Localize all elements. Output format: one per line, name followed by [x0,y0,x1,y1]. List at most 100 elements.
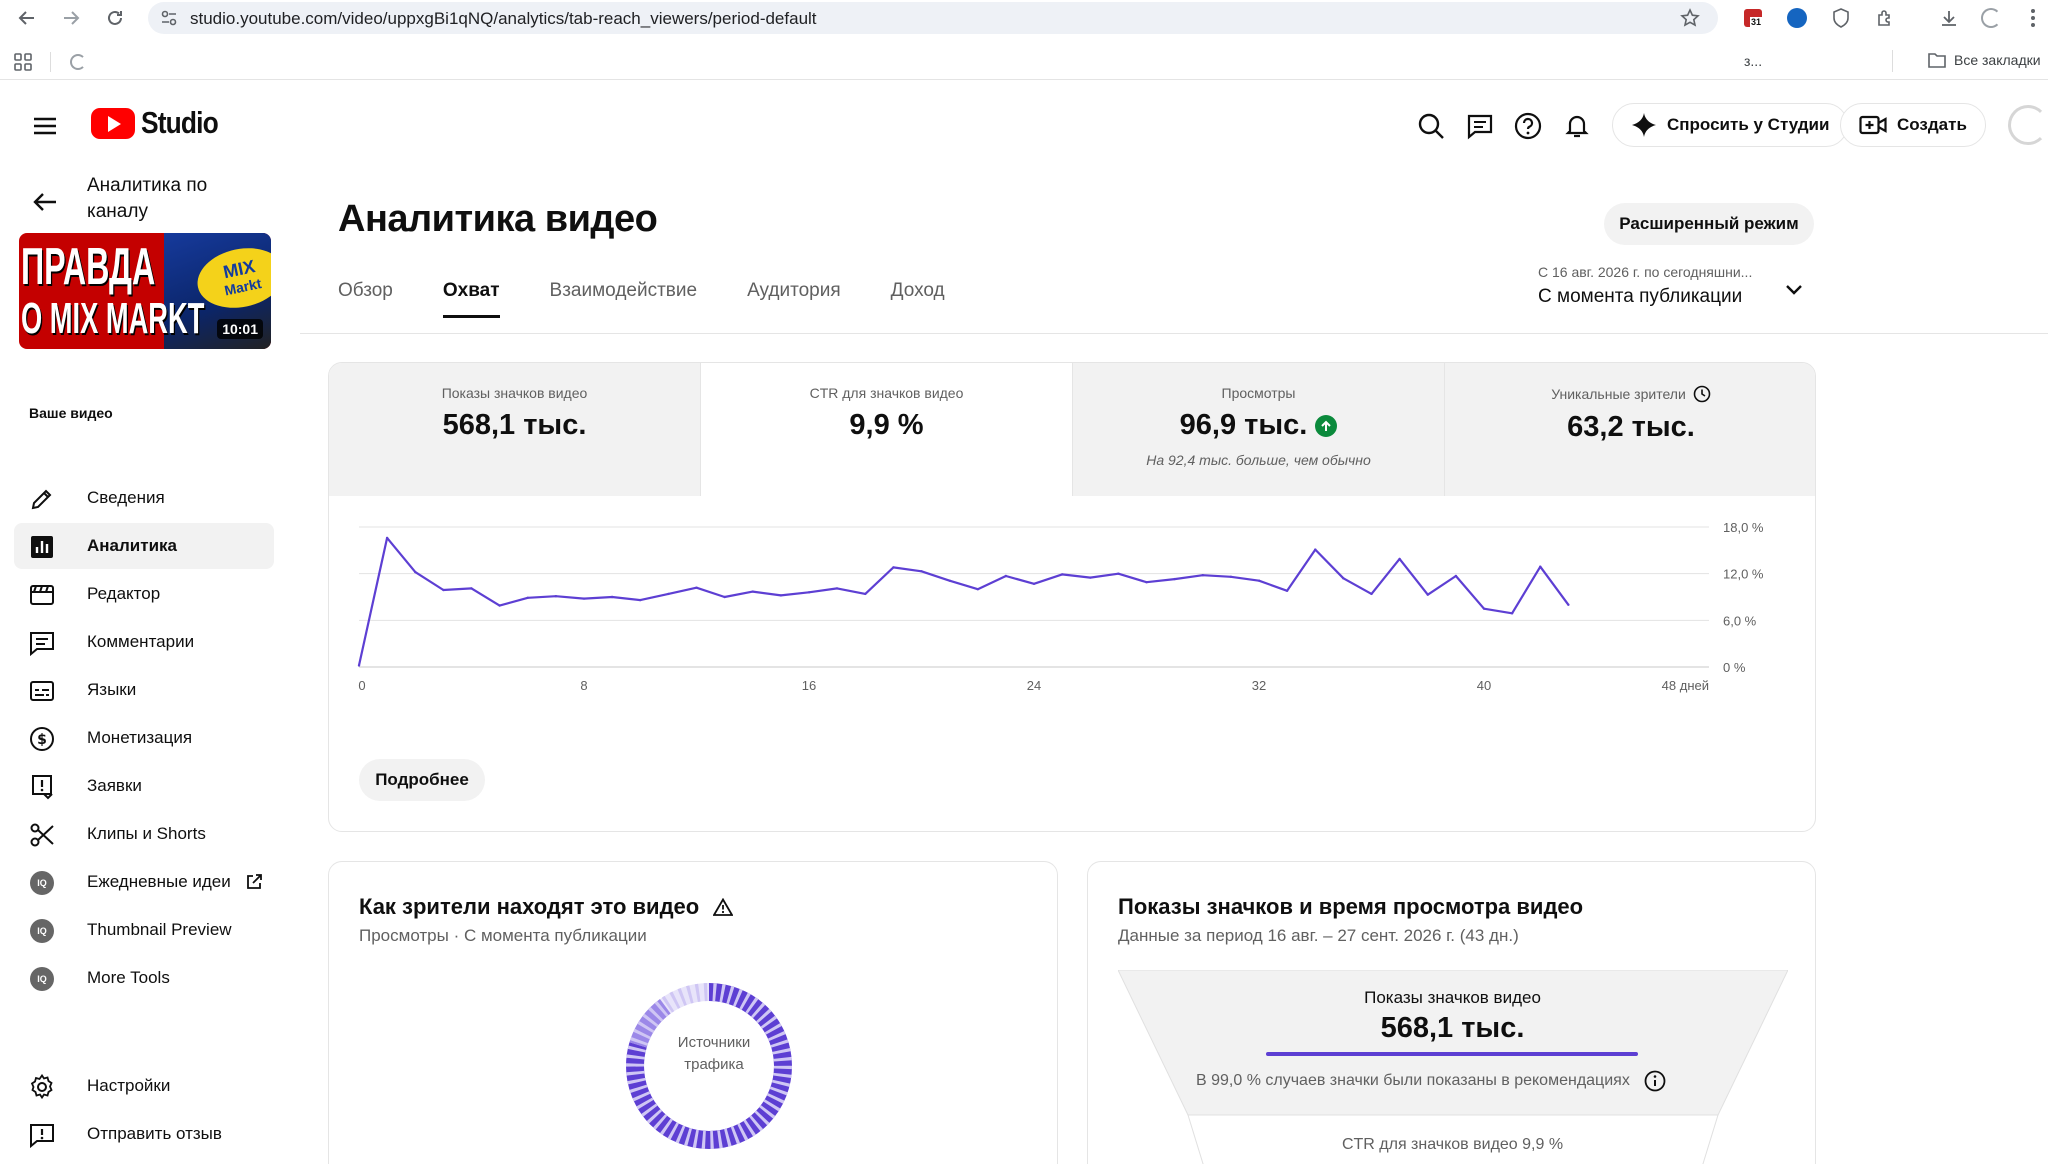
metric-views[interactable]: Просмотры 96,9 тыс. На 92,4 тыс. больше,… [1073,363,1445,496]
notifications-bell-icon[interactable] [1560,109,1594,143]
clock-icon[interactable] [1693,385,1711,403]
tab-overview[interactable]: Обзор [338,280,393,318]
info-icon[interactable] [1644,1070,1666,1092]
sidebar-item-settings[interactable]: Настройки [14,1063,274,1109]
shield-extension-icon[interactable] [1828,5,1854,31]
extensions-puzzle-icon[interactable] [1872,5,1898,31]
sidebar-item-languages[interactable]: Языки [14,667,274,713]
metric-value: 63,2 тыс. [1445,411,1815,444]
back-to-channel-icon[interactable] [30,187,60,217]
sidebar-item-label: Thumbnail Preview [87,920,232,939]
sidebar-item-thumbnail-preview[interactable]: IQ Thumbnail Preview [14,907,274,953]
video-thumbnail[interactable]: ПРАВДА О MIX MARKT MIX Markt 10:01 [19,233,271,349]
ctr-line-chart[interactable]: 0 % 6,0 % 12,0 % 18,0 % 0 8 16 24 32 40 48 дней [329,496,1816,746]
help-icon[interactable] [1511,109,1545,143]
channel-analytics-link[interactable]: Аналитика по каналу [87,173,267,225]
bookmark-loading-icon[interactable] [70,54,86,70]
sidebar-item-label: Монетизация [87,728,193,747]
menu-icon[interactable] [30,111,60,141]
tab-audience[interactable]: Аудитория [747,280,841,318]
studio-logo[interactable]: Studio [91,105,231,141]
video-duration: 10:01 [217,319,263,339]
funnel-impressions-label: Показы значков видео [1364,988,1541,1007]
ctr-data-point [723,595,726,599]
sidebar-item-editor[interactable]: Редактор [14,571,274,617]
all-bookmarks-button[interactable]: Все закладки [1928,52,2048,68]
more-details-button[interactable]: Подробнее [359,759,485,801]
iq-icon: IQ [29,870,55,896]
tab-engagement[interactable]: Взаимодействие [550,280,698,318]
metric-ctr[interactable]: CTR для значков видео 9,9 % [701,363,1073,496]
sidebar-item-clips[interactable]: Клипы и Shorts [14,811,274,857]
metric-label: CTR для значков видео [809,385,964,401]
ctr-data-point [1032,582,1036,585]
card-title-text: Как зрители находят это видео [359,894,700,919]
ctr-data-point [1342,577,1345,580]
claims-icon [29,774,55,800]
create-button[interactable]: Создать [1840,103,1986,147]
ctr-data-point [667,592,670,596]
scissors-icon [29,822,55,848]
ctr-data-point [1567,603,1570,606]
iq-icon: IQ [29,918,55,944]
menu-dots-icon[interactable] [2020,5,2046,31]
metric-impressions[interactable]: Показы значков видео 568,1 тыс. [329,363,701,496]
ctr-data-point [1173,577,1176,581]
tab-reach[interactable]: Охват [442,280,500,318]
page-title: Аналитика видео [338,198,658,240]
sidebar-item-label: Отправить отзыв [87,1124,222,1143]
sidebar-item-analytics[interactable]: Аналитика [14,523,274,569]
sidebar-item-monetization[interactable]: $ Монетизация [14,715,274,761]
download-icon[interactable] [1936,5,1962,31]
ctr-data-point [1117,572,1120,575]
thumbnail-title-line2: О MIX MARKT [21,294,205,343]
sidebar-item-daily-ideas[interactable]: IQ Ежедневные идеи [14,859,274,905]
bookmark-truncated[interactable]: з... [1744,53,1762,69]
site-info-icon[interactable] [160,9,178,27]
ctr-series-line [357,536,1570,666]
apps-grid-icon[interactable] [14,53,32,71]
ctr-data-point [1398,557,1401,561]
search-icon[interactable] [1414,109,1448,143]
ctr-data-point [948,579,951,582]
back-icon[interactable] [12,4,42,32]
metric-note: На 92,4 тыс. больше, чем обычно [1146,452,1371,468]
sidebar: Аналитика по каналу ПРАВДА О MIX MARKT M… [0,163,280,1164]
ctr-data-point [385,536,389,540]
subtitles-icon [29,678,55,704]
profile-loading-icon[interactable] [1978,5,2004,31]
sidebar-item-details[interactable]: Сведения [14,475,274,521]
address-bar[interactable]: studio.youtube.com/video/uppxgBi1qNQ/ana… [148,2,1718,34]
account-avatar[interactable] [2008,105,2048,145]
arrow-up-icon [1315,414,1338,437]
ask-studio-button[interactable]: Спросить у Студии [1612,103,1849,147]
ctr-data-point [498,604,501,607]
forward-icon[interactable] [56,4,86,32]
reload-icon[interactable] [100,4,130,32]
advanced-mode-button[interactable]: Расширенный режим [1604,203,1814,245]
sidebar-item-more-tools[interactable]: IQ More Tools [14,955,274,1001]
create-video-icon [1859,115,1887,135]
ctr-data-point [751,590,754,593]
bookmark-star-icon[interactable] [1680,8,1700,28]
y-tick-label: 18,0 % [1723,520,1764,535]
sidebar-item-feedback[interactable]: Отправить отзыв [14,1111,274,1157]
x-tick-label: 16 [802,678,816,693]
analytics-icon [29,534,55,560]
period-selector[interactable]: С 16 авг. 2026 г. по сегодняшни... С мом… [1538,264,1752,308]
sidebar-item-claims[interactable]: Заявки [14,763,274,809]
warning-icon[interactable] [713,898,734,916]
comment-feedback-icon[interactable] [1463,109,1497,143]
url-text: studio.youtube.com/video/uppxgBi1qNQ/ana… [190,9,817,28]
metric-unique-viewers[interactable]: Уникальные зрители 63,2 тыс. [1445,363,1815,496]
ctr-data-point [1060,573,1064,576]
svg-text:$: $ [37,732,47,748]
card-subtitle: Данные за период 16 авг. – 27 сент. 2026… [1118,926,1519,945]
your-video-label: Ваше видео [29,405,113,421]
ctr-data-point [1426,593,1429,596]
sidebar-item-comments[interactable]: Комментарии [14,619,274,665]
tab-revenue[interactable]: Доход [891,280,945,318]
iq-extension-icon[interactable] [1784,5,1810,31]
calendar-extension-icon[interactable]: 31 [1740,5,1766,31]
chevron-down-icon[interactable] [1782,277,1806,301]
